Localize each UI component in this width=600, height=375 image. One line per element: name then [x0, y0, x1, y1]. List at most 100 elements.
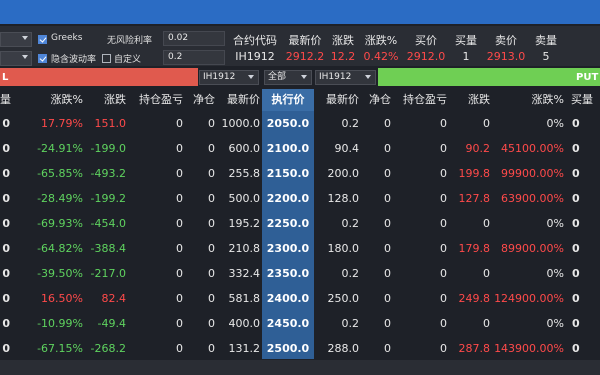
put-change-pct-cell: 0%	[546, 267, 564, 280]
call-net-cell: 0	[208, 242, 215, 255]
col-header-put-pnl: 持仓盈亏	[403, 93, 447, 106]
table-row[interactable]: 0 -39.50% -217.0 0 0 332.4 0.2 0 0 0 0% 0 2350.0	[0, 261, 600, 286]
call-net-cell: 0	[208, 267, 215, 280]
put-side-label: PUT	[576, 72, 599, 83]
strike-price-cell: 2400.0	[266, 292, 310, 305]
call-change-cell: -49.4	[97, 317, 126, 330]
table-row[interactable]: 0 -24.91% -199.0 0 0 600.0 90.4 0 0 90.2 45100.00%…	[0, 136, 600, 161]
call-change-pct-cell: -69.93%	[37, 217, 83, 230]
call-net-cell: 0	[208, 192, 215, 205]
put-net-cell: 0	[384, 167, 391, 180]
options-toolbar: Greeks 隐含波动率 自定义 无风险利率 0.02 0.2 合约代码 最新价…	[0, 26, 600, 66]
put-change-pct-cell: 143900.00%	[494, 342, 564, 355]
table-row[interactable]: 0 -28.49% -199.2 0 0 500.0 128.0 0 0 127.8 63900.0…	[0, 186, 600, 211]
call-last-cell: 400.0	[228, 317, 261, 330]
quote-code: IH1912	[235, 50, 275, 63]
call-last-cell: 255.8	[228, 167, 261, 180]
put-last-cell: 0.2	[341, 317, 360, 330]
call-change-cell: 151.0	[94, 117, 127, 130]
put-net-cell: 0	[384, 292, 391, 305]
put-last-cell: 288.0	[327, 342, 360, 355]
call-change-pct-cell: 17.79%	[41, 117, 83, 130]
call-last-cell: 210.8	[228, 242, 261, 255]
call-change-pct-cell: -64.82%	[37, 242, 83, 255]
put-bid-vol-cell: 0	[572, 242, 580, 255]
call-change-pct-cell: -28.49%	[37, 192, 83, 205]
put-net-cell: 0	[384, 117, 391, 130]
put-change-cell: 0	[483, 217, 490, 230]
call-change-cell: -454.0	[90, 217, 126, 230]
put-pnl-cell: 0	[440, 242, 447, 255]
put-change-cell: 249.8	[458, 292, 491, 305]
put-side-bar	[378, 68, 600, 86]
call-change-pct-cell: -10.99%	[37, 317, 83, 330]
call-pnl-cell: 0	[176, 192, 183, 205]
call-volume-cell: 0	[2, 117, 10, 130]
call-last-cell: 500.0	[228, 192, 261, 205]
put-last-cell: 200.0	[327, 167, 360, 180]
put-last-cell: 0.2	[341, 217, 360, 230]
call-last-cell: 195.2	[228, 217, 261, 230]
call-volume-cell: 0	[2, 142, 10, 155]
implied-vol-label: 隐含波动率	[51, 55, 97, 65]
put-bid-vol-cell: 0	[572, 292, 580, 305]
col-header-call-net: 净仓	[193, 93, 215, 106]
call-net-cell: 0	[208, 317, 215, 330]
put-change-pct-cell: 63900.00%	[501, 192, 564, 205]
put-change-pct-cell: 124900.00%	[494, 292, 564, 305]
table-row[interactable]: 0 17.79% 151.0 0 0 1000.0 0.2 0 0 0 0% 0 2050.0	[0, 111, 600, 136]
call-change-pct-cell: 16.50%	[41, 292, 83, 305]
put-pnl-cell: 0	[440, 342, 447, 355]
put-pnl-cell: 0	[440, 267, 447, 280]
call-contract-select[interactable]: IH1912	[199, 70, 259, 85]
top-dropdown[interactable]	[0, 32, 32, 47]
status-bar	[0, 360, 600, 375]
mode-select[interactable]: 全部	[264, 70, 312, 85]
put-contract-select[interactable]: IH1912	[315, 70, 376, 85]
custom-label: 自定义	[114, 55, 142, 65]
table-row[interactable]: 0 -64.82% -388.4 0 0 210.8 180.0 0 0 179.8 89900.0…	[0, 236, 600, 261]
greeks-checkbox[interactable]	[38, 35, 47, 44]
call-change-cell: -268.2	[90, 342, 126, 355]
put-last-cell: 180.0	[327, 242, 360, 255]
col-header-call-change-pct: 涨跌%	[50, 93, 83, 106]
chevron-down-icon	[22, 55, 28, 59]
put-bid-vol-cell: 0	[572, 167, 580, 180]
mode-value: 全部	[268, 72, 287, 82]
call-volume-cell: 0	[2, 267, 10, 280]
put-bid-vol-cell: 0	[572, 342, 580, 355]
put-change-pct-cell: 0%	[546, 217, 564, 230]
quote-header-bid: 买价	[415, 34, 437, 47]
strike-price-cell: 2350.0	[266, 267, 310, 280]
put-last-cell: 0.2	[341, 117, 360, 130]
parameter-input[interactable]: 0.2	[163, 50, 225, 65]
put-bid-vol-cell: 0	[572, 317, 580, 330]
put-net-cell: 0	[384, 342, 391, 355]
table-row[interactable]: 0 -69.93% -454.0 0 0 195.2 0.2 0 0 0 0% 0 2250.0	[0, 211, 600, 236]
call-volume-cell: 0	[2, 167, 10, 180]
call-volume-cell: 0	[2, 342, 10, 355]
bottom-dropdown[interactable]	[0, 51, 32, 66]
quote-last: 2912.2	[285, 50, 325, 63]
quote-bid-vol: 1	[462, 50, 470, 63]
risk-free-input[interactable]: 0.02	[163, 31, 225, 46]
call-change-cell: -493.2	[90, 167, 126, 180]
quote-bid: 2912.0	[406, 50, 446, 63]
put-change-pct-cell: 45100.00%	[501, 142, 564, 155]
call-pnl-cell: 0	[176, 292, 183, 305]
strike-price-cell: 2500.0	[266, 342, 310, 355]
put-last-cell: 250.0	[327, 292, 360, 305]
quote-change-pct: 0.42%	[363, 50, 399, 63]
table-row[interactable]: 0 -10.99% -49.4 0 0 400.0 0.2 0 0 0 0% 0 2450.0	[0, 311, 600, 336]
custom-checkbox[interactable]	[102, 54, 111, 63]
col-header-put-bid-vol: 买量	[571, 93, 593, 106]
quote-header-code: 合约代码	[233, 34, 277, 47]
strike-price-cell: 2100.0	[266, 142, 310, 155]
col-header-strike: 执行价	[271, 93, 305, 106]
table-row[interactable]: 0 -65.85% -493.2 0 0 255.8 200.0 0 0 199.8 99900.0…	[0, 161, 600, 186]
implied-vol-checkbox[interactable]	[38, 54, 47, 63]
table-row[interactable]: 0 16.50% 82.4 0 0 581.8 250.0 0 0 249.8 124900.00%…	[0, 286, 600, 311]
table-row[interactable]: 0 -67.15% -268.2 0 0 131.2 288.0 0 0 287.8 143900.…	[0, 336, 600, 361]
call-pnl-cell: 0	[176, 242, 183, 255]
call-net-cell: 0	[208, 292, 215, 305]
